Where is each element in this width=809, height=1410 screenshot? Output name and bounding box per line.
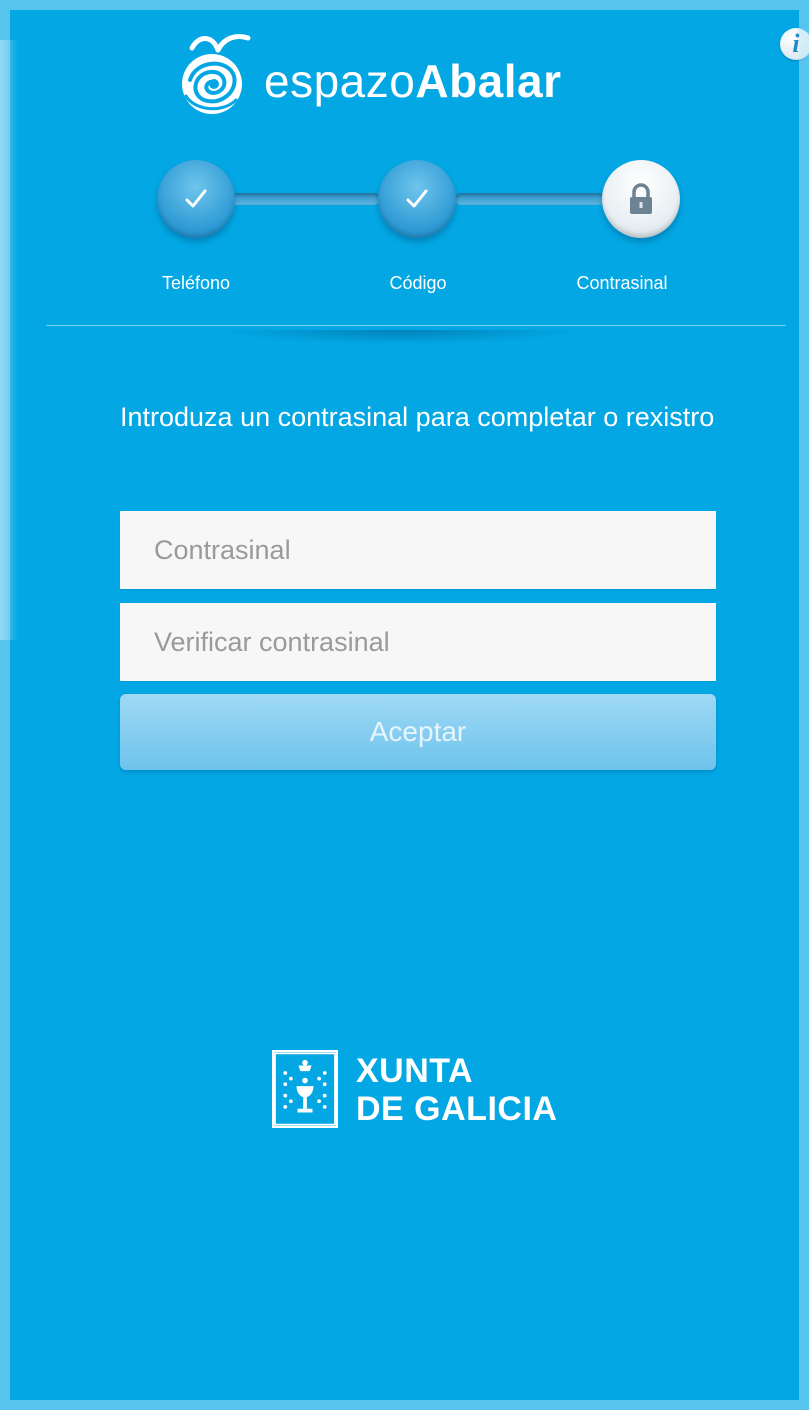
info-icon[interactable]: i	[780, 28, 809, 60]
registration-steps: Teléfono Código Contrasinal	[0, 160, 809, 300]
divider-shadow	[220, 330, 580, 344]
check-icon	[406, 189, 428, 208]
xunta-wordmark: XUNTA DE GALICIA	[356, 1052, 557, 1128]
xunta-line-2: DE GALICIA	[356, 1090, 558, 1128]
logo-text-light: espazo	[264, 55, 416, 107]
verify-password-field[interactable]	[120, 603, 716, 681]
lock-icon	[630, 183, 652, 214]
espazo-abalar-wordmark: espazoAbalar	[264, 54, 562, 108]
edge-glow	[0, 40, 18, 640]
galicia-coat-of-arms-icon	[272, 1050, 338, 1128]
step-label-codigo: Código	[389, 273, 447, 293]
info-glyph: i	[792, 29, 800, 58]
accept-button[interactable]: Aceptar	[120, 694, 716, 770]
step-codigo	[378, 160, 456, 238]
step-connector	[455, 193, 605, 205]
password-field[interactable]	[120, 511, 716, 589]
instruction-text: Introduza un contrasinal para completar …	[120, 402, 715, 432]
check-icon	[185, 189, 207, 208]
header-divider	[46, 325, 786, 326]
step-connector	[230, 193, 380, 205]
step-label-telefono: Teléfono	[161, 273, 231, 293]
espazo-abalar-logo: espazoAbalar	[172, 30, 642, 120]
xunta-line-1: XUNTA	[356, 1052, 474, 1090]
step-telefono	[157, 160, 235, 238]
logo-text-bold: Abalar	[415, 55, 562, 107]
step-label-contrasinal: Contrasinal	[576, 273, 668, 293]
espazo-abalar-logo-icon	[182, 34, 251, 114]
xunta-de-galicia-logo: XUNTA DE GALICIA	[272, 1050, 592, 1130]
step-contrasinal	[602, 160, 680, 238]
